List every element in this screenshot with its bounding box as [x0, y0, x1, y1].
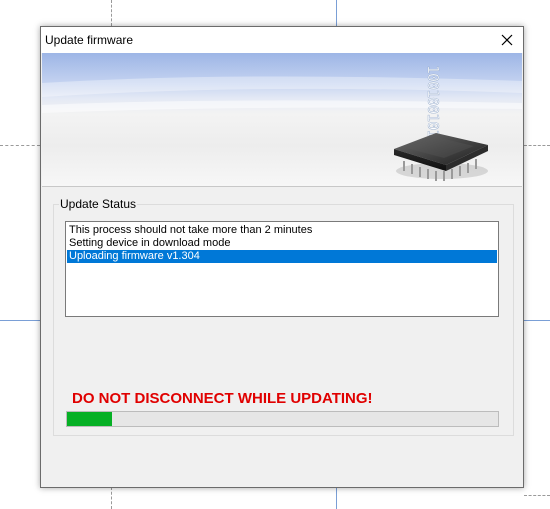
progress-fill: [67, 412, 112, 426]
list-item[interactable]: Setting device in download mode: [67, 237, 497, 250]
title-bar[interactable]: Update firmware: [41, 27, 523, 53]
list-item[interactable]: This process should not take more than 2…: [67, 224, 497, 237]
guide-line: [111, 487, 112, 509]
update-status-group: Update Status This process should not ta…: [53, 197, 514, 436]
progress-bar: [66, 411, 499, 427]
warning-message: DO NOT DISCONNECT WHILE UPDATING!: [72, 390, 373, 407]
guide-line: [336, 487, 337, 509]
guide-line: [111, 0, 112, 26]
guide-line: [524, 495, 550, 496]
list-item-selected[interactable]: Uploading firmware v1.304: [67, 250, 497, 263]
banner-image: 100100101011: [42, 53, 522, 187]
guide-line: [524, 320, 550, 321]
guide-line: [0, 145, 40, 146]
guide-line: [0, 320, 40, 321]
window-title: Update firmware: [45, 33, 134, 47]
microchip-icon: [394, 133, 488, 181]
status-list[interactable]: This process should not take more than 2…: [65, 221, 499, 317]
update-firmware-dialog: Update firmware 100100101011 Update Stat…: [40, 26, 524, 488]
group-label: Update Status: [59, 197, 138, 211]
close-icon: [501, 34, 513, 46]
close-button[interactable]: [491, 27, 523, 53]
guide-line: [336, 0, 337, 26]
guide-line: [524, 145, 550, 146]
